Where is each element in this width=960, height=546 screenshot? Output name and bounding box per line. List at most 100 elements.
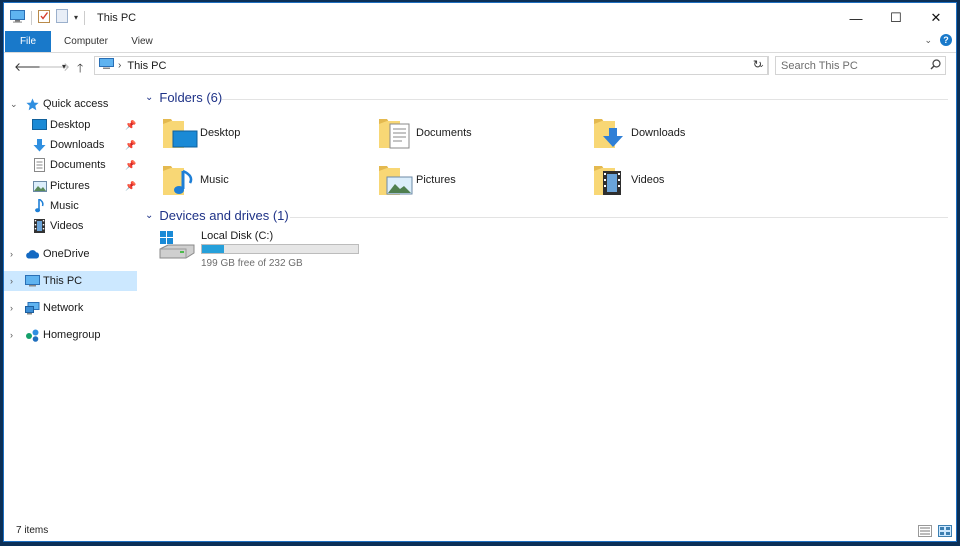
divider: [31, 10, 32, 25]
sidebar-item-pictures[interactable]: Pictures 📌: [4, 176, 137, 196]
folder-documents[interactable]: Documents: [378, 114, 578, 154]
music-note-icon: [35, 199, 45, 213]
this-pc-icon: [99, 58, 114, 73]
pin-icon[interactable]: 📌: [125, 160, 136, 171]
close-button[interactable]: ✕: [916, 3, 956, 33]
chevron-right-icon[interactable]: ›: [10, 330, 13, 340]
sidebar-item-label: Homegroup: [43, 329, 101, 341]
sidebar-item-quick-access[interactable]: ⌄ Quick access: [4, 94, 137, 114]
pictures-icon: [33, 180, 47, 192]
window-title: This PC: [97, 12, 137, 24]
drive-free-space: 199 GB free of 232 GB: [201, 258, 303, 269]
maximize-button[interactable]: ☐: [876, 3, 916, 33]
pin-icon[interactable]: 📌: [125, 120, 136, 131]
quick-access-toolbar: ▾: [10, 9, 86, 26]
chevron-down-icon[interactable]: ⌄: [145, 92, 153, 103]
breadcrumb-this-pc[interactable]: This PC: [127, 60, 166, 72]
ribbon-tabs: File Computer View ⌄ ?: [4, 31, 956, 53]
pin-icon[interactable]: 📌: [125, 181, 136, 192]
breadcrumb-separator-icon: ›: [118, 60, 122, 71]
folder-desktop[interactable]: Desktop: [162, 114, 362, 154]
folder-label: Documents: [416, 127, 472, 139]
folder-label: Music: [200, 174, 229, 186]
divider: [222, 99, 948, 100]
film-icon: [34, 219, 45, 233]
sidebar-item-label: Documents: [50, 159, 106, 171]
window-controls: — ☐ ✕: [836, 3, 956, 33]
divider: [290, 217, 948, 218]
desktop-icon: [32, 119, 47, 131]
chevron-down-icon[interactable]: ⌄: [10, 99, 18, 110]
sidebar-item-documents[interactable]: Documents 📌: [4, 155, 137, 175]
item-count: 7 items: [16, 525, 49, 536]
refresh-button[interactable]: ↻: [748, 56, 768, 75]
folders-group-header[interactable]: ⌄ Folders (6): [145, 90, 222, 105]
drive-label: Local Disk (C:): [201, 230, 274, 242]
new-folder-icon[interactable]: [56, 9, 68, 26]
status-bar: 7 items: [4, 521, 956, 541]
folder-pictures[interactable]: Pictures: [378, 161, 578, 201]
search-icon[interactable]: [930, 59, 941, 73]
cloud-icon: [25, 249, 40, 259]
navigation-bar: 🡐 🡒 ▾ 🡑 › This PC ⌄ ↻: [4, 54, 956, 80]
group-title: Devices and drives (1): [159, 208, 289, 223]
minimize-button[interactable]: —: [836, 3, 876, 33]
recent-locations-icon[interactable]: ▾: [62, 62, 66, 71]
document-icon: [34, 158, 45, 172]
search-box[interactable]: [775, 56, 946, 75]
sidebar-item-label: Music: [50, 200, 79, 212]
music-folder-icon: [162, 161, 198, 200]
folder-label: Videos: [631, 174, 665, 186]
drive-usage-fill: [202, 245, 225, 253]
folder-label: Pictures: [416, 174, 456, 186]
group-title: Folders (6): [159, 90, 223, 105]
divider: [84, 10, 86, 25]
pin-icon[interactable]: 📌: [125, 140, 136, 151]
network-icon: [25, 301, 40, 315]
sidebar-item-this-pc[interactable]: › This PC: [4, 271, 137, 291]
download-arrow-icon: [33, 138, 46, 152]
this-pc-icon: [10, 9, 25, 26]
sidebar-item-onedrive[interactable]: › OneDrive: [4, 244, 137, 264]
sidebar-item-network[interactable]: › Network: [4, 298, 137, 318]
large-icons-view-icon[interactable]: [938, 525, 952, 540]
homegroup-icon: [25, 329, 40, 342]
details-view-icon[interactable]: [918, 525, 932, 540]
sidebar-item-music[interactable]: Music: [4, 196, 137, 216]
folder-videos[interactable]: Videos: [593, 161, 793, 201]
sidebar-item-desktop[interactable]: Desktop 📌: [4, 115, 137, 135]
downloads-folder-icon: [593, 114, 629, 153]
properties-icon[interactable]: [38, 9, 50, 26]
customize-qat-icon[interactable]: ▾: [74, 13, 78, 22]
sidebar-item-videos[interactable]: Videos: [4, 216, 137, 236]
chevron-down-icon[interactable]: ⌄: [145, 210, 153, 221]
sidebar-item-label: Network: [43, 302, 84, 314]
folder-music[interactable]: Music: [162, 161, 362, 201]
tab-view[interactable]: View: [124, 31, 160, 52]
view-switcher: [918, 525, 952, 540]
expand-ribbon-icon[interactable]: ⌄: [924, 35, 932, 46]
search-input[interactable]: [781, 58, 921, 73]
content-pane: ⌄ Folders (6) Desktop Documents Download…: [140, 81, 950, 521]
tab-computer[interactable]: Computer: [58, 31, 114, 52]
ribbon-right: ⌄ ?: [924, 34, 952, 46]
sidebar-item-label: Desktop: [50, 119, 91, 131]
help-icon[interactable]: ?: [940, 34, 952, 46]
drive-usage-bar: [201, 244, 359, 254]
computer-icon: [25, 274, 40, 288]
sidebar-item-label: Quick access: [43, 98, 109, 110]
navigation-pane: ⌄ Quick access Desktop 📌 Downloads 📌 Doc: [4, 88, 137, 518]
chevron-right-icon[interactable]: ›: [10, 276, 13, 286]
sidebar-item-label: Downloads: [50, 139, 105, 151]
drives-group-header[interactable]: ⌄ Devices and drives (1): [145, 208, 289, 223]
folder-label: Downloads: [631, 127, 686, 139]
sidebar-item-downloads[interactable]: Downloads 📌: [4, 135, 137, 155]
up-arrow-icon[interactable]: 🡑: [77, 59, 83, 80]
chevron-right-icon[interactable]: ›: [10, 249, 13, 259]
sidebar-item-homegroup[interactable]: › Homegroup: [4, 325, 137, 345]
folder-downloads[interactable]: Downloads: [593, 114, 793, 154]
chevron-right-icon[interactable]: ›: [10, 303, 13, 313]
drive-local-disk-c[interactable]: Local Disk (C:) 199 GB free of 232 GB: [158, 227, 378, 271]
tab-file[interactable]: File: [5, 31, 51, 52]
address-bar[interactable]: › This PC ⌄: [94, 56, 769, 75]
